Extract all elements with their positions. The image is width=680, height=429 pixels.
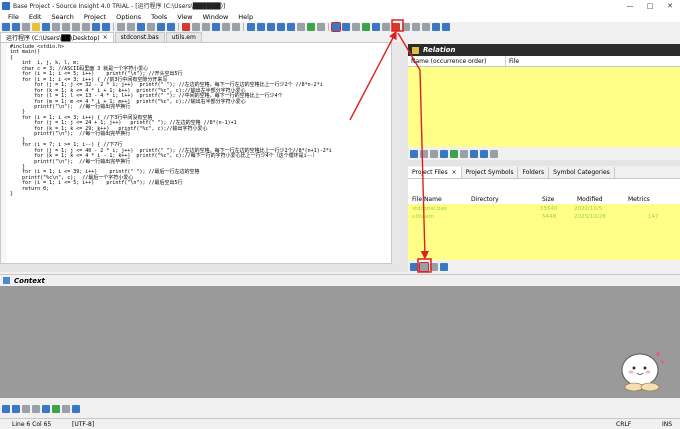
annotation-arrow-1 <box>349 30 397 121</box>
annotation-arrow-2 <box>397 32 421 71</box>
highlight-box-project-toolbar <box>417 258 432 273</box>
annotation-overlay <box>349 19 432 273</box>
annotation-arrow-3 <box>419 69 430 260</box>
highlight-box-toolbar <box>391 19 404 32</box>
cartoon-sticker <box>621 351 664 392</box>
